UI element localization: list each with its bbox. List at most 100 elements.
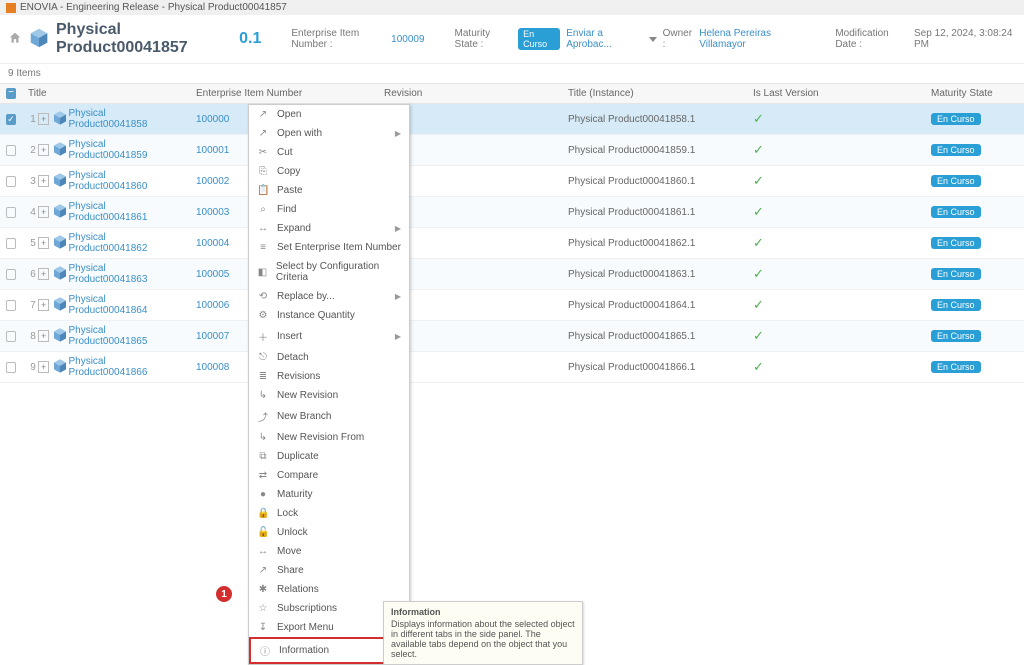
expand-icon[interactable]: + [38,268,50,280]
context-menu-item[interactable]: ⚙Instance Quantity [249,306,409,325]
context-menu-item[interactable]: ●Maturity [249,485,409,504]
expand-icon[interactable]: + [38,175,50,187]
row-title-link[interactable]: Physical Product00041860 [68,170,184,192]
row-checkbox[interactable] [6,331,16,342]
expand-icon[interactable]: + [38,361,50,373]
modification-label: Modification Date : [835,28,908,50]
context-menu-item[interactable]: ≣Revisions [249,367,409,386]
table-row[interactable]: 3+ Physical Product00041860100002Physica… [0,166,1024,197]
row-checkbox[interactable] [6,176,16,187]
context-menu-item[interactable]: 📋Paste [249,181,409,200]
context-menu-item[interactable]: ⧉Duplicate [249,447,409,466]
context-menu-item[interactable]: ↳New Revision From [249,428,409,447]
row-ein-link[interactable]: 100008 [196,362,229,373]
table-row[interactable]: 2+ Physical Product00041859100001Physica… [0,135,1024,166]
expand-icon[interactable]: + [38,237,50,249]
menu-item-label: Set Enterprise Item Number [277,242,401,253]
table-header: − Title Enterprise Item Number Revision … [0,83,1024,104]
row-title-instance: Physical Product00041858.1 [562,104,747,134]
maturity-state-badge: En Curso [931,206,981,218]
select-all-checkbox[interactable]: − [6,88,16,99]
send-approval-button[interactable]: Enviar a Aprobac... [566,28,638,50]
ein-label: Enterprise Item Number : [291,28,385,50]
context-menu-item[interactable]: ✱Relations [249,580,409,599]
expand-icon[interactable]: + [38,144,50,156]
context-menu-item[interactable]: ⤴New Branch [249,405,409,428]
check-icon: ✓ [753,204,764,220]
context-menu-item[interactable]: ◧Select by Configuration Criteria [249,257,409,287]
context-menu: ↗Open↗Open with▶✂Cut⎘Copy📋Paste⌕Find↔Exp… [248,104,410,665]
context-menu-item[interactable]: ↳New Revision [249,386,409,405]
table-row[interactable]: 8+ Physical Product00041865100007Physica… [0,321,1024,352]
context-menu-item[interactable]: ↔Expand▶ [249,219,409,238]
context-menu-item[interactable]: 🔓Unlock [249,523,409,542]
expand-icon[interactable]: + [38,330,50,342]
row-ein-link[interactable]: 100001 [196,145,229,156]
context-menu-item[interactable]: ＋Insert▶ [249,325,409,348]
menu-item-label: Relations [277,584,319,595]
context-menu-item[interactable]: ↗Open with▶ [249,124,409,143]
table-row[interactable]: ✓1+ Physical Product00041858100000Physic… [0,104,1024,135]
menu-item-label: Select by Configuration Criteria [276,261,401,283]
product-revision: 0.1 [239,30,261,48]
expand-icon[interactable]: + [38,206,50,218]
row-ein-link[interactable]: 100006 [196,300,229,311]
row-title-instance: Physical Product00041861.1 [562,197,747,227]
context-menu-item[interactable]: ⌕Find [249,200,409,219]
row-ein-link[interactable]: 100007 [196,331,229,342]
menu-item-label: Information [279,645,329,656]
row-title-link[interactable]: Physical Product00041863 [68,263,184,285]
context-menu-item[interactable]: ≡Set Enterprise Item Number [249,238,409,257]
context-menu-item[interactable]: 🔒Lock [249,504,409,523]
context-menu-item[interactable]: ↗Share [249,561,409,580]
ein-value[interactable]: 100009 [391,34,424,45]
menu-item-icon: ⌕ [257,204,269,215]
expand-icon[interactable]: + [38,299,50,311]
row-ein-link[interactable]: 100004 [196,238,229,249]
row-ein-link[interactable]: 100000 [196,114,229,125]
menu-item-label: Duplicate [277,451,319,462]
table-row[interactable]: 9+ Physical Product00041866100008Physica… [0,352,1024,383]
context-menu-item[interactable]: ↗Open [249,105,409,124]
expand-icon[interactable]: + [38,113,50,125]
row-title-link[interactable]: Physical Product00041859 [68,139,184,161]
row-checkbox[interactable] [6,362,16,373]
col-title[interactable]: Title [22,84,190,103]
product-cube-icon [28,27,50,52]
row-checkbox[interactable] [6,207,16,218]
row-title-link[interactable]: Physical Product00041862 [68,232,184,254]
context-menu-item[interactable]: ⎘Copy [249,162,409,181]
submenu-arrow-icon: ▶ [395,292,401,301]
row-checkbox[interactable] [6,300,16,311]
table-row[interactable]: 5+ Physical Product00041862100004Physica… [0,228,1024,259]
col-ein[interactable]: Enterprise Item Number [190,84,378,103]
row-title-link[interactable]: Physical Product00041861 [68,201,184,223]
row-title-link[interactable]: Physical Product00041865 [68,325,184,347]
col-title-instance[interactable]: Title (Instance) [562,84,747,103]
owner-value[interactable]: Helena Pereiras Villamayor [699,28,805,50]
chevron-down-icon[interactable] [649,37,657,42]
row-checkbox[interactable]: ✓ [6,114,16,125]
context-menu-item[interactable]: ⎋Detach [249,348,409,367]
row-checkbox[interactable] [6,269,16,280]
home-icon[interactable] [8,31,22,48]
menu-item-label: Copy [277,166,300,177]
context-menu-item[interactable]: ⇄Compare [249,466,409,485]
col-maturity[interactable]: Maturity State [925,84,1024,103]
context-menu-item[interactable]: ⟲Replace by...▶ [249,287,409,306]
row-checkbox[interactable] [6,145,16,156]
row-ein-link[interactable]: 100003 [196,207,229,218]
context-menu-item[interactable]: ↔Move [249,542,409,561]
row-ein-link[interactable]: 100005 [196,269,229,280]
table-row[interactable]: 7+ Physical Product00041864100006Physica… [0,290,1024,321]
row-title-link[interactable]: Physical Product00041866 [68,356,184,378]
table-row[interactable]: 6+ Physical Product00041863100005Physica… [0,259,1024,290]
col-revision[interactable]: Revision [378,84,562,103]
col-is-last[interactable]: Is Last Version [747,84,925,103]
row-checkbox[interactable] [6,238,16,249]
row-ein-link[interactable]: 100002 [196,176,229,187]
row-title-link[interactable]: Physical Product00041864 [68,294,184,316]
row-title-link[interactable]: Physical Product00041858 [68,108,184,130]
context-menu-item[interactable]: ✂Cut [249,143,409,162]
table-row[interactable]: 4+ Physical Product00041861100003Physica… [0,197,1024,228]
